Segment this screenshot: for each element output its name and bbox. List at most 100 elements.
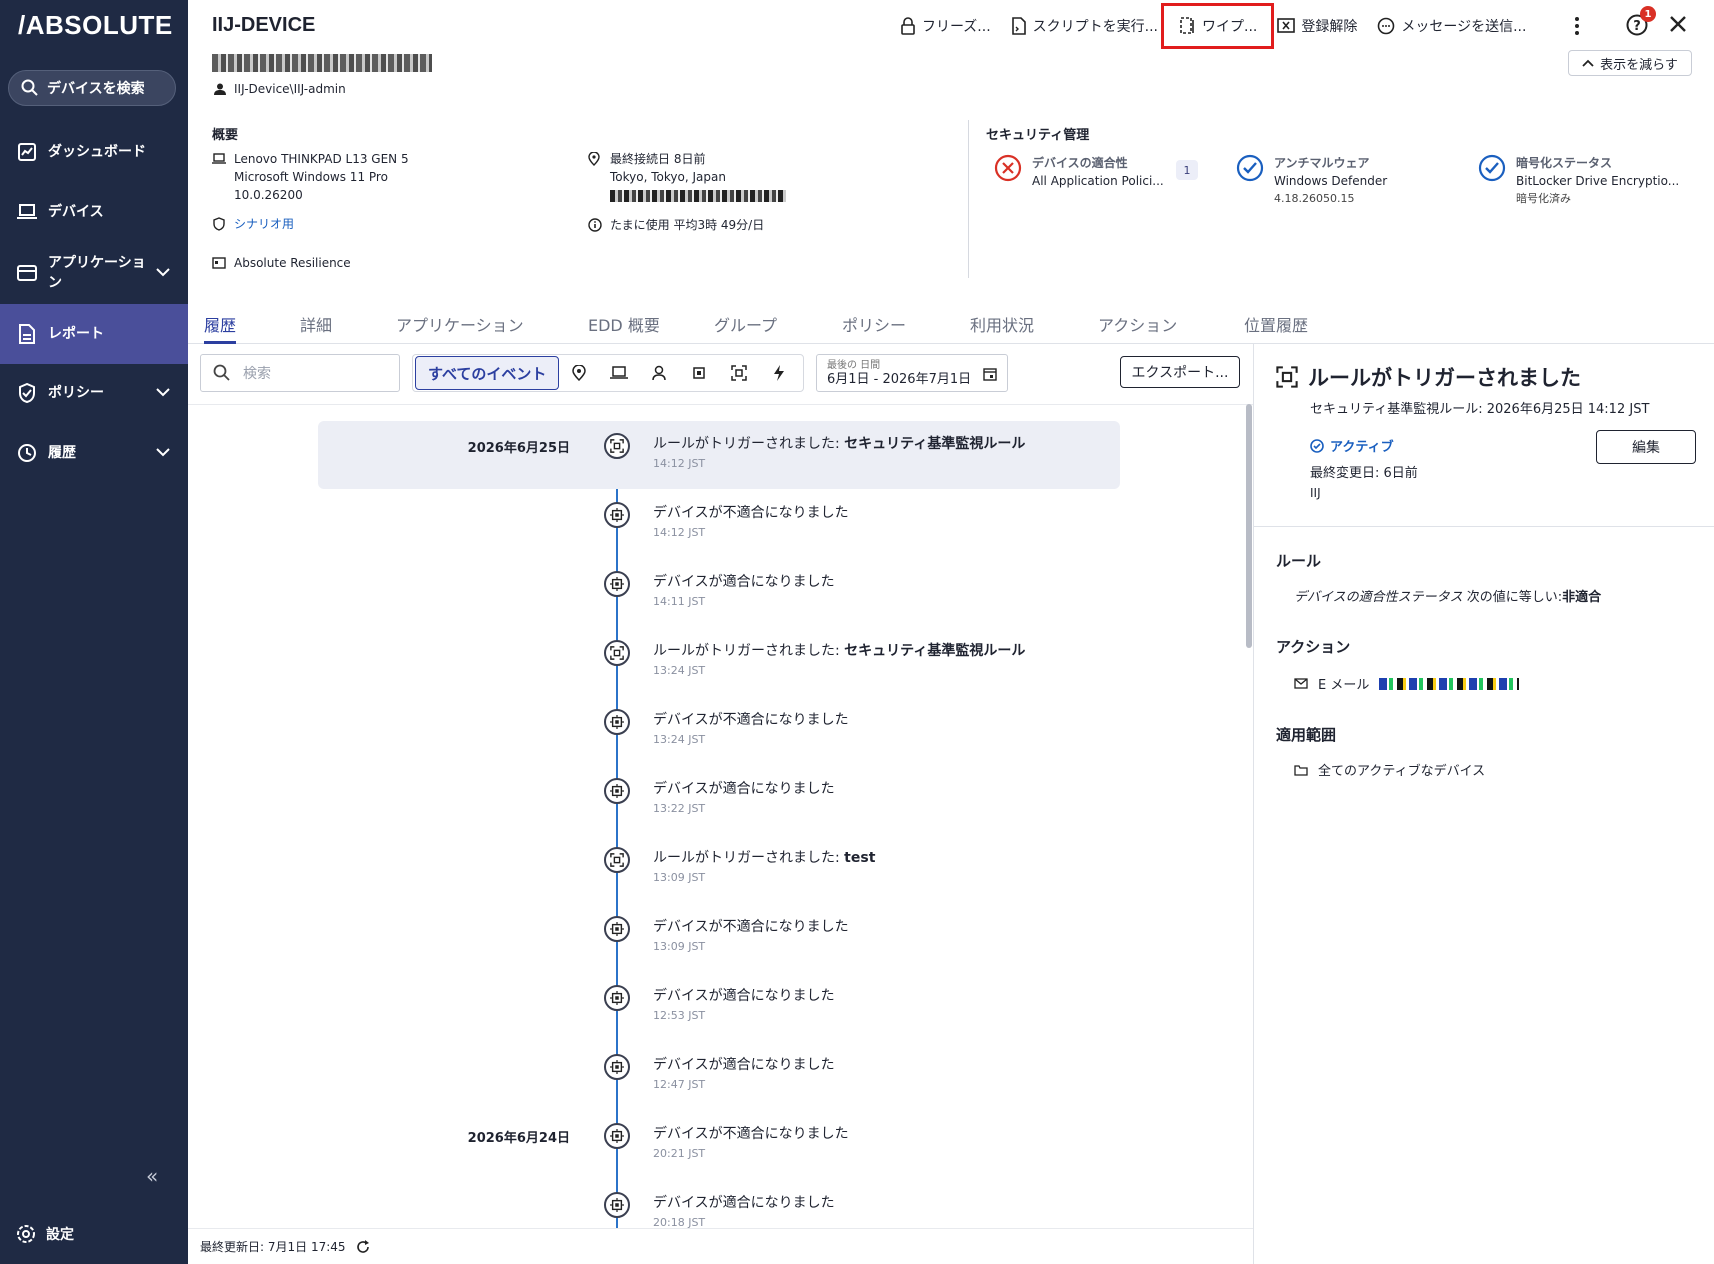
timeline-event[interactable]: デバイスが適合になりました 12:47 JST	[188, 1042, 1242, 1110]
event-title: デバイスが適合になりました	[653, 778, 835, 798]
date-range-value: 6月1日 - 2026年7月1日	[827, 372, 972, 387]
antimalware-title: アンチマルウェア	[1274, 156, 1370, 170]
tab-location-history[interactable]: 位置履歴	[1244, 312, 1308, 344]
collapse-sidebar-icon[interactable]: «	[146, 1164, 158, 1188]
show-less-button[interactable]: 表示を減らす	[1568, 50, 1692, 76]
edit-rule-button[interactable]: 編集	[1596, 430, 1696, 464]
date-range-picker[interactable]: 最後の 日間 6月1日 - 2026年7月1日	[816, 354, 1008, 392]
chevron-down-icon	[156, 265, 170, 281]
run-script-label: スクリプトを実行...	[1032, 19, 1159, 35]
timeline-event[interactable]: デバイスが適合になりました 20:18 JST	[188, 1180, 1242, 1228]
tab-actions[interactable]: アクション	[1098, 312, 1177, 344]
nav-dashboard[interactable]: ダッシュボード	[0, 123, 188, 181]
timeline-event[interactable]: デバイスが不適合になりました 14:12 JST	[188, 490, 1242, 558]
event-title-text: デバイスが不適合になりました	[653, 712, 849, 728]
nav-dashboard-label: ダッシュボード	[48, 144, 146, 160]
wipe-button[interactable]: ワイプ...	[1160, 3, 1275, 49]
timeline-scrollbar[interactable]	[1246, 404, 1252, 648]
event-time: 13:22 JST	[653, 802, 706, 815]
policy-shield-icon	[212, 217, 226, 236]
event-title: デバイスが適合になりました	[653, 1192, 835, 1212]
device-event-icon	[604, 502, 630, 528]
tab-edd-overview[interactable]: EDD 概要	[588, 312, 660, 344]
history-search-input[interactable]: 検索	[200, 354, 400, 392]
event-title: デバイスが適合になりました	[653, 571, 835, 591]
id-card-icon	[212, 256, 226, 274]
device-filter-icon[interactable]	[599, 366, 639, 380]
event-detail-panel: ルールがトリガーされました セキュリティ基準監視ルール: 2026年6月25日 …	[1253, 344, 1714, 1264]
compliance-value: All Application Polici...	[1032, 174, 1164, 188]
encryption-title: 暗号化ステータス	[1516, 156, 1613, 170]
nav-applications-label: アプリケーション	[48, 255, 146, 291]
event-title-text: デバイスが適合になりました	[653, 574, 835, 590]
device-search-button[interactable]: デバイスを検索	[8, 70, 176, 106]
tab-groups[interactable]: グループ	[714, 312, 777, 344]
antimalware-card[interactable]: アンチマルウェア Windows Defender 4.18.26050.15	[1236, 154, 1387, 208]
laptop-icon	[212, 152, 226, 204]
timeline-event[interactable]: デバイスが適合になりました 14:11 JST	[188, 559, 1242, 627]
device-event-icon	[604, 571, 630, 597]
timeline-event[interactable]: デバイスが適合になりました 13:22 JST	[188, 766, 1242, 834]
compliance-title: デバイスの適合性	[1032, 156, 1128, 170]
antimalware-value: Windows Defender	[1274, 174, 1388, 188]
freeze-button[interactable]: フリーズ...	[890, 10, 1001, 42]
tab-applications[interactable]: アプリケーション	[396, 312, 524, 344]
timeline-event[interactable]: デバイスが適合になりました 12:53 JST	[188, 973, 1242, 1041]
search-icon	[21, 79, 38, 96]
event-title-text: デバイスが適合になりました	[653, 1195, 835, 1211]
timeline-event[interactable]: 2026年6月25日 ルールがトリガーされました: セキュリティ基準監視ルール 14…	[188, 421, 1242, 489]
location: Tokyo, Tokyo, Japan	[610, 170, 726, 184]
export-button[interactable]: エクスポート...	[1120, 356, 1240, 388]
unenroll-label: 登録解除	[1301, 19, 1358, 35]
tab-policies[interactable]: ポリシー	[842, 312, 906, 344]
timeline-event[interactable]: 2026年6月24日 デバイスが不適合になりました 20:21 JST	[188, 1111, 1242, 1179]
device-tabs: 履歴 詳細 アプリケーション EDD 概要 グループ ポリシー 利用状況 アクシ…	[188, 308, 1714, 344]
timeline-event[interactable]: デバイスが不適合になりました 13:24 JST	[188, 697, 1242, 765]
nav-settings[interactable]: 設定	[16, 1224, 74, 1244]
overview-title: 概要	[212, 128, 239, 143]
nav-policies[interactable]: ポリシー	[0, 364, 188, 422]
more-options-icon[interactable]	[1568, 14, 1586, 38]
all-events-filter[interactable]: すべてのイベント	[415, 356, 560, 390]
tab-history[interactable]: 履歴	[204, 312, 237, 344]
timeline-event[interactable]: ルールがトリガーされました: セキュリティ基準監視ルール 13:24 JST	[188, 628, 1242, 696]
event-title-text: デバイスが適合になりました	[653, 988, 835, 1004]
nav-reports[interactable]: レポート	[0, 304, 188, 364]
report-icon	[16, 323, 38, 345]
event-title-bold: セキュリティ基準監視ルール	[844, 643, 1026, 659]
nav-settings-label: 設定	[46, 1227, 74, 1243]
encryption-card[interactable]: 暗号化ステータス BitLocker Drive Encryptio... 暗号化済…	[1478, 154, 1679, 208]
tab-details[interactable]: 詳細	[300, 312, 332, 344]
location-filter-icon[interactable]	[559, 365, 599, 381]
help-button[interactable]: ? 1	[1626, 6, 1656, 36]
device-name: IIJ-DEVICE	[212, 14, 316, 36]
nav-devices[interactable]: デバイス	[0, 183, 188, 241]
rule-filter-icon[interactable]	[719, 365, 759, 381]
unenroll-button[interactable]: 登録解除	[1267, 10, 1367, 42]
nav-history[interactable]: 履歴	[0, 424, 188, 482]
timeline-event[interactable]: ルールがトリガーされました: test 13:09 JST	[188, 835, 1242, 903]
send-message-button[interactable]: メッセージを送信...	[1367, 10, 1536, 42]
check-circle-icon	[1310, 438, 1324, 453]
send-message-label: メッセージを送信...	[1401, 19, 1527, 35]
rule-trigger-icon	[604, 847, 630, 873]
chevron-down-icon	[156, 445, 170, 461]
nav-applications[interactable]: アプリケーション	[0, 242, 188, 304]
refresh-icon[interactable]	[356, 1239, 370, 1254]
absolute-logo: /ABSOLUTE	[18, 10, 173, 40]
event-filter-group: すべてのイベント	[412, 354, 804, 392]
redacted-email	[1379, 677, 1520, 690]
event-title-text: デバイスが不適合になりました	[653, 919, 849, 935]
run-script-button[interactable]: スクリプトを実行...	[1001, 10, 1168, 42]
chip-filter-icon[interactable]	[679, 365, 719, 381]
user-filter-icon[interactable]	[639, 365, 679, 381]
scenario-link[interactable]: シナリオ用	[234, 215, 294, 236]
calendar-icon	[983, 368, 997, 381]
close-icon[interactable]	[1668, 14, 1690, 36]
compliance-card[interactable]: デバイスの適合性 All Application Polici...	[994, 154, 1164, 190]
info-icon	[588, 218, 602, 237]
tab-usage[interactable]: 利用状況	[970, 312, 1034, 344]
lightning-filter-icon[interactable]	[759, 365, 799, 381]
event-title: ルールがトリガーされました: test	[653, 847, 875, 867]
timeline-event[interactable]: デバイスが不適合になりました 13:09 JST	[188, 904, 1242, 972]
